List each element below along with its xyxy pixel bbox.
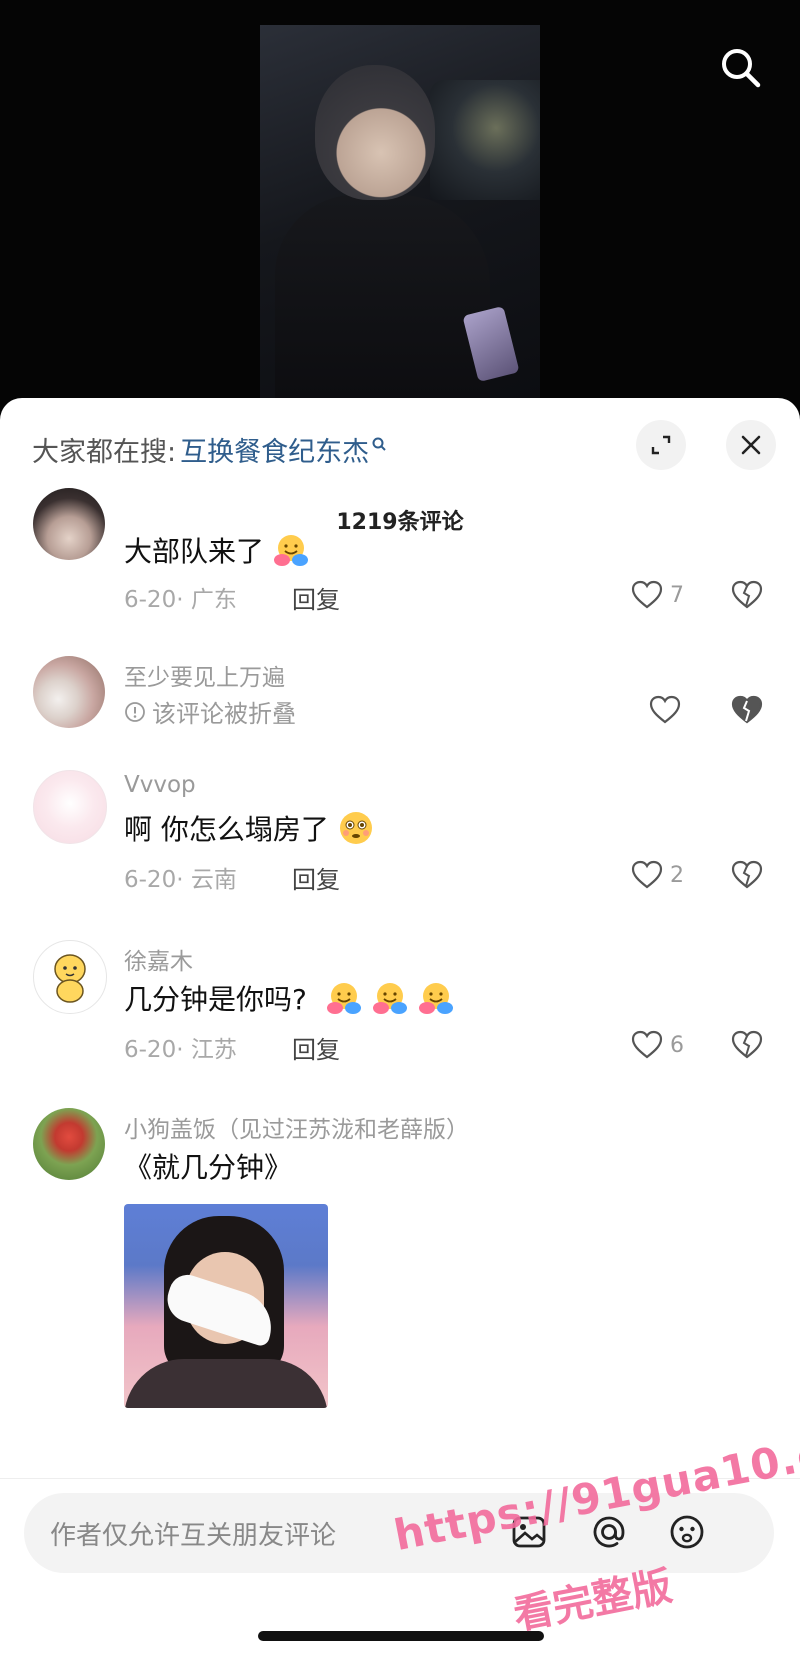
comment-username[interactable]: 小狗盖饭（见过汪苏泷和老薛版） [124, 1110, 469, 1144]
comment-text: 大部队来了 [124, 530, 310, 570]
heart-icon [631, 1030, 663, 1059]
like-button[interactable]: 2 [630, 858, 684, 892]
like-count: 6 [670, 1032, 684, 1058]
close-icon [741, 435, 761, 455]
hug-emoji-icon [272, 531, 310, 569]
search-button[interactable] [715, 42, 765, 92]
comment-item: 至少要见上万遍 该评论被折叠 [0, 656, 800, 756]
comment-input[interactable]: 作者仅允许互关朋友评论 [24, 1493, 774, 1573]
avatar[interactable] [33, 940, 107, 1014]
at-icon [593, 1516, 625, 1548]
comment-location: 广东 [190, 587, 237, 613]
dislike-button[interactable] [730, 858, 764, 896]
comment-location: 江苏 [190, 1037, 237, 1063]
trending-search[interactable]: 大家都在搜: 互换餐食纪东杰 [32, 430, 387, 469]
emoji-icon [670, 1515, 704, 1549]
expand-icon [651, 435, 671, 455]
comment-item: 小狗盖饭（见过汪苏泷和老薛版） 《就几分钟》 [0, 1106, 800, 1416]
dislike-button[interactable] [730, 1028, 764, 1066]
person-body [275, 195, 490, 420]
comment-text: 啊 你怎么塌房了 [124, 808, 375, 848]
comment-date: 6-20 [124, 587, 177, 613]
avatar[interactable] [33, 770, 107, 844]
comment-item: Vvvop 啊 你怎么塌房了 6-20· 云南 回复 2 [0, 768, 800, 918]
car-window [430, 80, 540, 200]
flushed-emoji-icon [337, 809, 375, 847]
image-icon [512, 1516, 546, 1548]
comment-meta: 6-20· 广东 [124, 587, 237, 613]
emoji-button[interactable] [662, 1507, 712, 1557]
hug-emoji-icon [371, 979, 409, 1017]
heart-icon [631, 860, 663, 889]
close-button[interactable] [726, 420, 776, 470]
folded-notice[interactable]: 该评论被折叠 [124, 694, 296, 729]
hug-emoji-icon [325, 979, 363, 1017]
trending-prefix: 大家都在搜: [32, 437, 177, 468]
search-icon [722, 49, 761, 88]
mention-button[interactable] [584, 1507, 634, 1557]
reply-button[interactable]: 回复 [292, 860, 340, 895]
trending-keyword[interactable]: 互换餐食纪东杰 [180, 430, 369, 469]
comment-item: 大部队来了 6-20· 广东 回复 7 [0, 488, 800, 638]
sticker-shoulders [124, 1359, 328, 1408]
dislike-button[interactable] [730, 693, 764, 731]
comment-item: 徐嘉木 几分钟是你吗? 6-20· 江苏 回复 6 [0, 938, 800, 1088]
broken-heart-icon [731, 860, 763, 889]
like-button[interactable] [648, 693, 682, 727]
comment-username[interactable]: 至少要见上万遍 [124, 658, 285, 692]
comment-username[interactable]: 徐嘉木 [124, 942, 193, 976]
broken-heart-icon [731, 695, 763, 724]
image-button[interactable] [504, 1507, 554, 1557]
comment-input-bar: 作者仅允许互关朋友评论 [0, 1478, 800, 1662]
reply-button[interactable]: 回复 [292, 580, 340, 615]
comment-text: 《就几分钟》 [124, 1151, 293, 1184]
comment-username[interactable]: Vvvop [124, 772, 196, 798]
comment-date: 6-20 [124, 867, 177, 893]
comment-meta: 6-20· 云南 [124, 867, 237, 893]
broken-heart-icon [731, 580, 763, 609]
cartoon-avatar-icon [54, 954, 86, 1003]
hug-emoji-icon [417, 979, 455, 1017]
home-indicator[interactable] [258, 1631, 544, 1641]
dislike-button[interactable] [730, 578, 764, 616]
comment-meta: 6-20· 江苏 [124, 1037, 237, 1063]
reply-button[interactable]: 回复 [292, 1030, 340, 1065]
person-head [315, 65, 435, 200]
heart-icon [631, 580, 663, 609]
info-icon [125, 701, 145, 722]
like-count: 7 [670, 582, 684, 608]
sticker-image[interactable] [124, 1204, 328, 1408]
video-frame[interactable] [260, 25, 540, 420]
comment-location: 云南 [190, 867, 237, 893]
like-count: 2 [670, 862, 684, 888]
expand-button[interactable] [636, 420, 686, 470]
like-button[interactable]: 7 [630, 578, 684, 612]
avatar[interactable] [33, 488, 105, 560]
input-placeholder: 作者仅允许互关朋友评论 [50, 1521, 337, 1551]
like-button[interactable]: 6 [630, 1028, 684, 1062]
heart-icon [649, 695, 681, 724]
video-player[interactable] [0, 0, 800, 420]
comment-date: 6-20 [124, 1037, 177, 1063]
comment-text: 几分钟是你吗? [124, 978, 455, 1018]
avatar[interactable] [33, 1108, 105, 1180]
comment-sheet: 大家都在搜: 互换餐食纪东杰 1219条评论 大部队来了 6-20· 广东 回复… [0, 398, 800, 1661]
avatar[interactable] [33, 656, 105, 728]
small-search-icon [372, 437, 386, 451]
broken-heart-icon [731, 1030, 763, 1059]
